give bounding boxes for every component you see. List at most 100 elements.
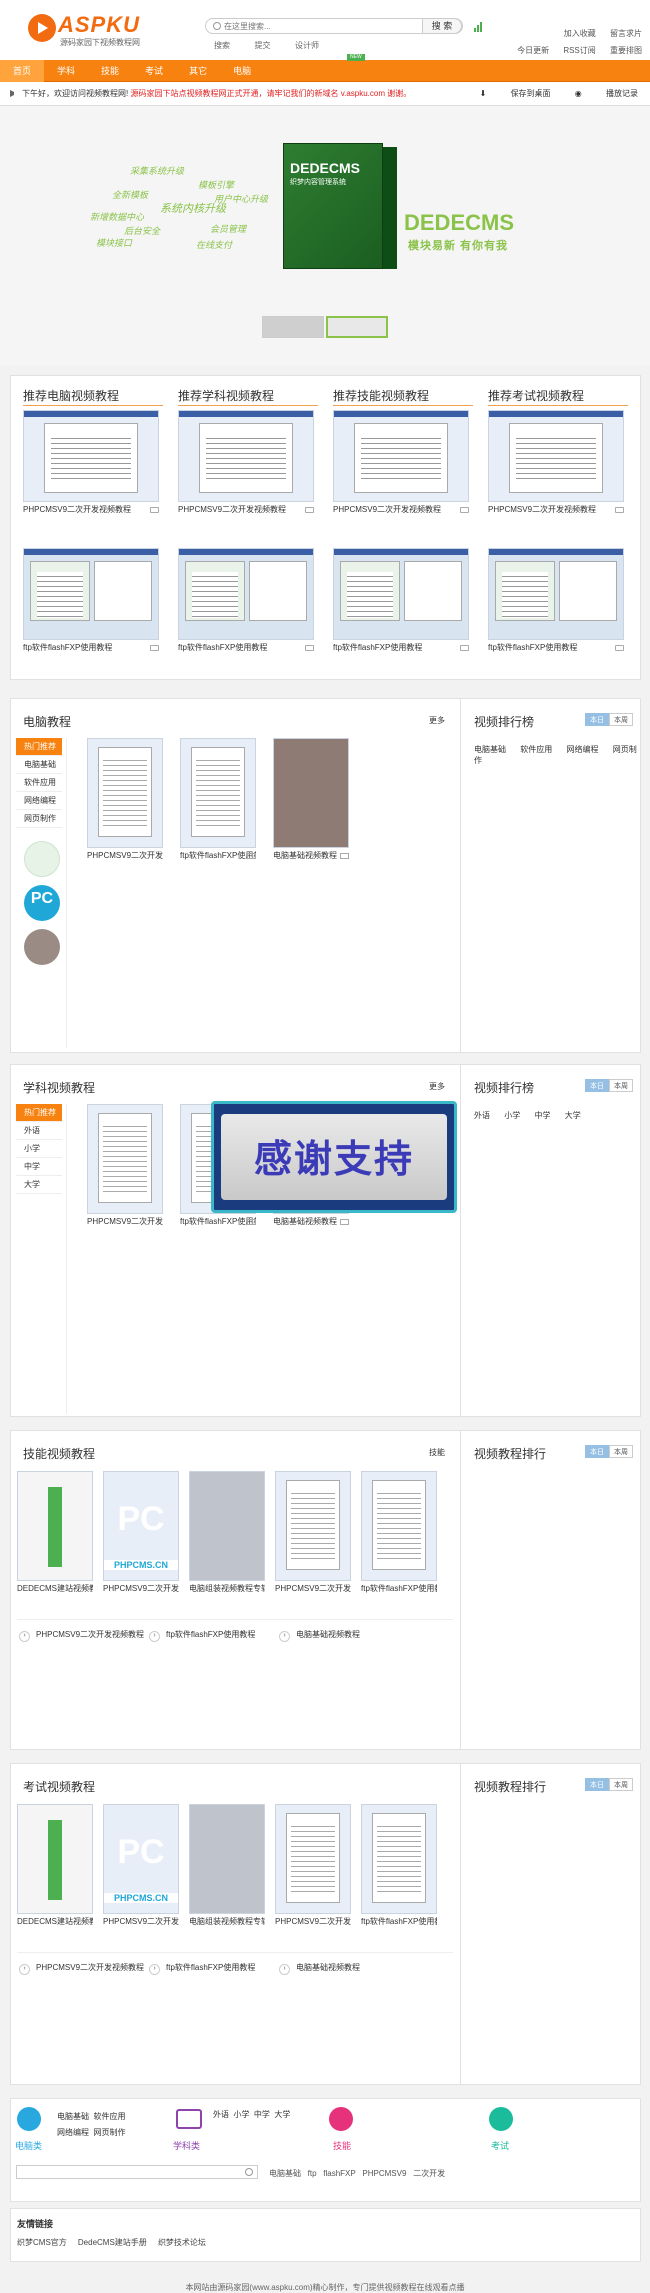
video-thumbnail[interactable] <box>333 548 469 640</box>
video-thumbnail[interactable] <box>17 1471 93 1581</box>
video-card[interactable]: ftp软件flashFXP使用教程 <box>180 738 256 864</box>
rank-link[interactable]: 小学 <box>504 1111 520 1120</box>
footer-link[interactable]: PHPCMSV9 <box>362 2169 406 2178</box>
nav-item-skill[interactable]: 技能 <box>88 60 132 82</box>
video-thumbnail[interactable] <box>275 1471 351 1581</box>
video-card[interactable]: ftp软件flashFXP使用教程 <box>361 1804 437 1930</box>
hot-link[interactable]: 设计师 <box>295 41 319 50</box>
list-item[interactable]: PHPCMSV9二次开发视频教程 <box>19 1629 149 1642</box>
video-thumbnail[interactable] <box>189 1804 265 1914</box>
notice-highlight[interactable]: 源码家园下站点视频教程网正式开通，请牢记我们的新域名 v.aspku.com 谢… <box>130 89 411 98</box>
list-item[interactable]: 电脑基础视频教程 <box>279 1629 409 1642</box>
sitemap-link[interactable]: 重要排图 <box>610 46 642 55</box>
browse-history-link[interactable]: ◉ 播放记录 <box>575 89 638 98</box>
nav-item-home[interactable]: 首页 <box>0 60 45 82</box>
today-update-link[interactable]: 今日更新 <box>517 46 549 55</box>
circle-thumb[interactable] <box>24 841 60 877</box>
search-button[interactable]: 搜 索 <box>422 18 462 34</box>
footer-cat-label[interactable]: 技能 <box>333 2139 351 2152</box>
video-thumbnail[interactable] <box>273 738 349 848</box>
footer-link[interactable]: 小学 <box>233 2110 249 2119</box>
cat-item[interactable]: 大学 <box>16 1176 62 1194</box>
video-card[interactable]: DEDECMS建站视频教程 <box>17 1471 93 1597</box>
request-link[interactable]: 留言求片 <box>610 29 642 38</box>
video-card[interactable]: PC PHPCMS.CN PHPCMSV9二次开发视频教程 <box>103 1804 179 1930</box>
video-thumbnail[interactable] <box>333 410 469 502</box>
cat-item[interactable]: 软件应用 <box>16 774 62 792</box>
video-card[interactable]: ftp软件flashFXP使用教程 <box>488 548 624 656</box>
tab-today[interactable]: 本日 <box>585 1445 609 1458</box>
video-thumbnail[interactable] <box>178 410 314 502</box>
list-item[interactable]: ftp软件flashFXP使用教程 <box>149 1962 279 1975</box>
tab-today[interactable]: 本日 <box>585 713 609 726</box>
nav-item-exam[interactable]: 考试 <box>132 60 176 82</box>
footer-link[interactable]: 网络编程 <box>57 2128 89 2137</box>
video-card[interactable]: PHPCMSV9二次开发视频教程 <box>23 410 159 518</box>
video-card[interactable]: PHPCMSV9二次开发视频教程 <box>333 410 469 518</box>
cat-item[interactable]: 外语 <box>16 1122 62 1140</box>
video-thumbnail[interactable] <box>87 1104 163 1214</box>
list-item[interactable]: 电脑基础视频教程 <box>279 1962 409 1975</box>
friend-link[interactable]: 织梦CMS官方 <box>17 2238 67 2247</box>
cat-item[interactable]: 网页制作 <box>16 810 62 828</box>
video-card[interactable]: ftp软件flashFXP使用教程 <box>178 548 314 656</box>
rank-link[interactable]: 电脑基础 <box>474 745 506 754</box>
hot-link[interactable]: 提交 <box>255 41 271 50</box>
cat-item[interactable]: 热门推荐 <box>16 1104 62 1122</box>
rank-link[interactable]: 大学 <box>565 1111 581 1120</box>
computer-more-link[interactable]: 更多 <box>429 715 445 726</box>
banner[interactable]: 采集系统升级 模板引擎 系统内核升级 全新模板 用户中心升级 新增数据中心 后台… <box>0 106 650 366</box>
video-card[interactable]: ftp软件flashFXP使用教程 <box>361 1471 437 1597</box>
list-item[interactable]: PHPCMSV9二次开发视频教程 <box>19 1962 149 1975</box>
rank-link[interactable]: 中学 <box>534 1111 550 1120</box>
footer-cat-label[interactable]: 电脑类 <box>15 2139 42 2152</box>
tab-week[interactable]: 本周 <box>609 1079 633 1092</box>
video-card[interactable]: PC PHPCMS.CN PHPCMSV9二次开发视频教程 <box>103 1471 179 1597</box>
friend-link[interactable]: DedeCMS建站手册 <box>78 2238 147 2247</box>
video-thumbnail[interactable] <box>17 1804 93 1914</box>
cat-item[interactable]: 热门推荐 <box>16 738 62 756</box>
video-thumbnail[interactable] <box>275 1804 351 1914</box>
video-card[interactable]: PHPCMSV9二次开发视频教程 <box>488 410 624 518</box>
cat-item[interactable]: 电脑基础 <box>16 756 62 774</box>
footer-link[interactable]: 二次开发 <box>413 2169 445 2178</box>
cat-item[interactable]: 中学 <box>16 1158 62 1176</box>
footer-link[interactable]: 电脑基础 <box>57 2112 89 2121</box>
tab-week[interactable]: 本周 <box>609 713 633 726</box>
video-thumbnail[interactable] <box>87 738 163 848</box>
footer-link[interactable]: flashFXP <box>323 2169 355 2178</box>
footer-link[interactable]: 电脑基础 <box>269 2169 301 2178</box>
video-thumbnail[interactable] <box>361 1804 437 1914</box>
thanks-popup[interactable]: 感谢支持 <box>211 1101 457 1213</box>
video-thumbnail[interactable] <box>189 1471 265 1581</box>
list-item[interactable]: ftp软件flashFXP使用教程 <box>149 1629 279 1642</box>
video-card[interactable]: PHPCMSV9二次开发视频教程 <box>275 1804 351 1930</box>
nav-item-subject[interactable]: 学科 <box>44 60 88 82</box>
video-card[interactable]: 电脑组装视频教程专辑 <box>189 1804 265 1930</box>
hot-link[interactable]: 搜索 <box>214 41 230 50</box>
footer-cat-label[interactable]: 考试 <box>491 2139 509 2152</box>
video-card[interactable]: PHPCMSV9二次开发视频教程 <box>275 1471 351 1597</box>
rss-link[interactable]: RSS订阅 <box>563 46 595 55</box>
video-card[interactable]: PHPCMSV9二次开发视频教程 <box>178 410 314 518</box>
video-thumbnail[interactable] <box>23 548 159 640</box>
footer-cat-label[interactable]: 学科类 <box>173 2139 200 2152</box>
tab-today[interactable]: 本日 <box>585 1079 609 1092</box>
tab-week[interactable]: 本周 <box>609 1778 633 1791</box>
footer-link[interactable]: ftp <box>308 2169 317 2178</box>
video-card[interactable]: 电脑基础视频教程 <box>273 738 349 864</box>
rank-link[interactable]: 网络编程 <box>566 745 598 754</box>
cat-item[interactable]: 小学 <box>16 1140 62 1158</box>
video-thumbnail[interactable] <box>180 738 256 848</box>
footer-link[interactable]: 中学 <box>254 2110 270 2119</box>
search-input[interactable] <box>224 20 424 32</box>
video-thumbnail[interactable] <box>361 1471 437 1581</box>
video-thumbnail[interactable] <box>488 410 624 502</box>
tab-today[interactable]: 本日 <box>585 1778 609 1791</box>
friend-link[interactable]: 织梦技术论坛 <box>158 2238 206 2247</box>
video-thumbnail[interactable] <box>488 548 624 640</box>
cat-item[interactable]: 网络编程 <box>16 792 62 810</box>
phpcms-thumbnail[interactable]: PC PHPCMS.CN <box>103 1804 179 1914</box>
skill-more-link[interactable]: 技能 <box>429 1447 445 1458</box>
nav-item-computer[interactable]: 电脑 <box>220 60 264 82</box>
